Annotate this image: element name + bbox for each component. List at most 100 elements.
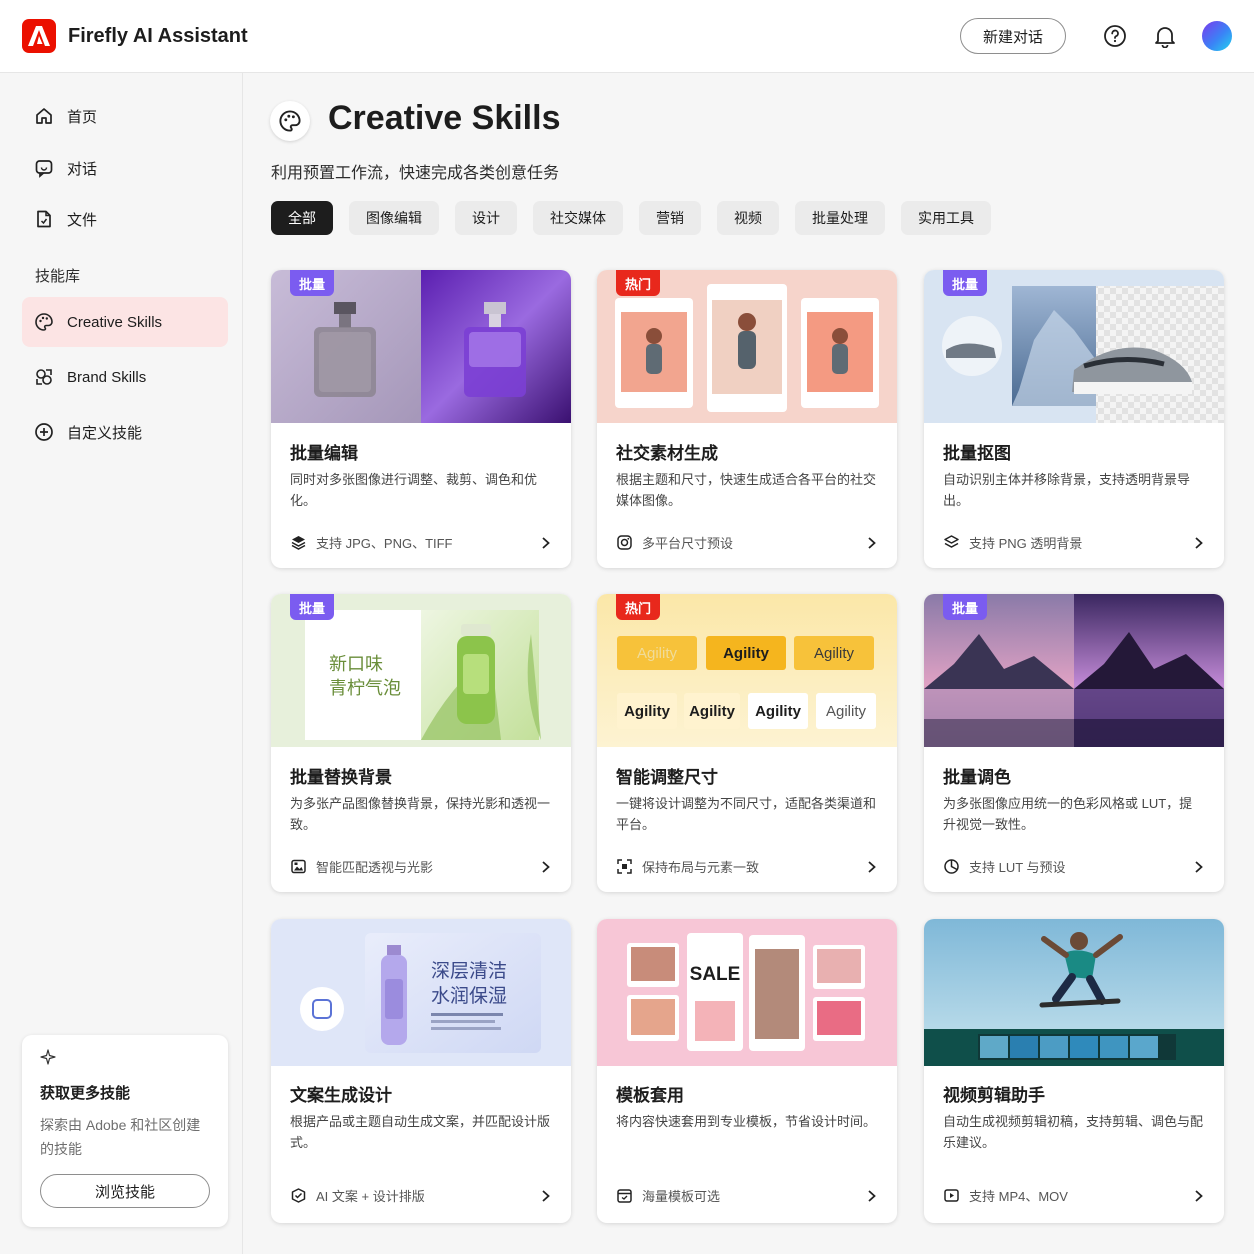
card-footer-text: 智能匹配透视与光影 bbox=[316, 860, 434, 875]
card-description: 为多张产品图像替换背景，保持光影和透视一致。 bbox=[290, 796, 551, 832]
sidebar-item-custom-skills[interactable]: 自定义技能 bbox=[22, 407, 228, 457]
card-thumbnail: 热门 Agility Agility Agility Agility Agili… bbox=[597, 594, 897, 747]
instagram-icon bbox=[616, 534, 633, 551]
card-footer: 海量模板可选 bbox=[616, 1186, 878, 1205]
skills-section-label: 技能库 bbox=[35, 268, 81, 285]
brand-icon bbox=[36, 369, 52, 385]
card-description: 根据产品或主题自动生成文案，并匹配设计版式。 bbox=[290, 1114, 551, 1150]
chevron-right-icon[interactable] bbox=[1193, 536, 1205, 550]
skill-card-copy-design[interactable]: 深层清洁 水润保湿 文案生成设计 根据产品或主题自动生成文案，并匹配设计版式。 … bbox=[271, 919, 571, 1223]
chevron-right-icon[interactable] bbox=[1193, 1189, 1205, 1203]
card-title: 批量编辑 bbox=[290, 444, 358, 463]
palette-icon bbox=[270, 101, 310, 141]
skill-card-social-assets[interactable]: 热门 社交素材生成 根据主题和尺寸，快速生成适合各平台的社交媒体图像。 多平台尺… bbox=[597, 270, 897, 568]
card-footer: 支持 MP4、MOV bbox=[943, 1186, 1205, 1205]
card-thumbnail: SALE bbox=[597, 919, 897, 1066]
card-description: 根据主题和尺寸，快速生成适合各平台的社交媒体图像。 bbox=[616, 472, 877, 508]
chevron-right-icon[interactable] bbox=[540, 536, 552, 550]
card-thumbnail: 深层清洁 水润保湿 bbox=[271, 919, 571, 1066]
chevron-right-icon[interactable] bbox=[540, 860, 552, 874]
layers-outline-icon bbox=[943, 534, 960, 551]
file-icon bbox=[37, 210, 51, 228]
chevron-right-icon[interactable] bbox=[866, 536, 878, 550]
help-icon[interactable] bbox=[1102, 23, 1128, 49]
chevron-right-icon[interactable] bbox=[540, 1189, 552, 1203]
sidebar-item-label: 自定义技能 bbox=[67, 424, 143, 442]
palette-icon bbox=[35, 313, 53, 331]
skill-card-batch-color[interactable]: 批量 批量调色 为多张图像应用统一的色彩风格或 LUT，提升视觉一致性。 支持 … bbox=[924, 594, 1224, 892]
skill-card-smart-resize[interactable]: 热门 Agility Agility Agility Agility Agili… bbox=[597, 594, 897, 892]
sidebar-item-label: Creative Skills bbox=[67, 313, 163, 331]
sidebar-item-label: 首页 bbox=[67, 108, 98, 126]
resize-sample: Agility bbox=[684, 693, 740, 729]
card-footer-text: 支持 PNG 透明背景 bbox=[969, 536, 1083, 551]
card-footer: AI 文案 + 设计排版 bbox=[290, 1186, 552, 1205]
card-title: 智能调整尺寸 bbox=[616, 768, 718, 787]
chevron-right-icon[interactable] bbox=[866, 860, 878, 874]
card-thumbnail: 热门 bbox=[597, 270, 897, 423]
user-avatar[interactable] bbox=[1202, 21, 1232, 51]
sidebar-item-creative-skills[interactable]: Creative Skills bbox=[22, 297, 228, 347]
card-title: 文案生成设计 bbox=[290, 1086, 392, 1105]
filter-chip-all[interactable]: 全部 bbox=[271, 201, 333, 235]
filter-chip-video[interactable]: 视频 bbox=[717, 201, 779, 235]
card-footer-text: 支持 JPG、PNG、TIFF bbox=[316, 536, 453, 551]
card-description: 为多张图像应用统一的色彩风格或 LUT，提升视觉一致性。 bbox=[943, 796, 1193, 832]
chevron-right-icon[interactable] bbox=[1193, 860, 1205, 874]
skill-card-batch-background[interactable]: 批量 新口味 青柠气泡 批量替换背景 为多张产品图像替换背景，保持光影和透视一致… bbox=[271, 594, 571, 892]
browse-skills-button[interactable]: 浏览技能 bbox=[40, 1174, 210, 1208]
plus-circle-icon bbox=[35, 423, 53, 441]
card-footer: 支持 JPG、PNG、TIFF bbox=[290, 533, 552, 552]
filter-chip-marketing[interactable]: 营销 bbox=[639, 201, 701, 235]
skill-card-template-apply[interactable]: SALE 模板套用 将内容快速套用到专业模板，节省设计时间。 海量模板可选 bbox=[597, 919, 897, 1223]
bell-icon[interactable] bbox=[1152, 23, 1178, 49]
resize-sample: Agility bbox=[706, 636, 786, 670]
page-subtitle: 利用预置工作流，快速完成各类创意任务 bbox=[271, 165, 560, 182]
filter-chip-utilities[interactable]: 实用工具 bbox=[901, 201, 991, 235]
filter-chip-image-edit[interactable]: 图像编辑 bbox=[349, 201, 439, 235]
card-footer-text: 海量模板可选 bbox=[642, 1189, 721, 1204]
card-footer: 保持布局与元素一致 bbox=[616, 857, 878, 876]
thumb-sale-text: SALE bbox=[689, 964, 741, 985]
card-title: 批量抠图 bbox=[943, 444, 1011, 463]
sparkle-icon bbox=[40, 1049, 56, 1065]
card-footer: 智能匹配透视与光影 bbox=[290, 857, 552, 876]
sidebar-item-files[interactable]: 文件 bbox=[22, 194, 228, 244]
card-footer-text: 保持布局与元素一致 bbox=[642, 860, 760, 875]
top-header: Firefly AI Assistant 新建对话 bbox=[0, 0, 1254, 73]
sidebar-item-label: 对话 bbox=[67, 160, 98, 178]
filter-chip-social[interactable]: 社交媒体 bbox=[533, 201, 623, 235]
card-description: 一键将设计调整为不同尺寸，适配各类渠道和平台。 bbox=[616, 796, 877, 832]
skill-card-video-editing[interactable]: 视频剪辑助手 自动生成视频剪辑初稿，支持剪辑、调色与配乐建议。 支持 MP4、M… bbox=[924, 919, 1224, 1223]
card-title: 社交素材生成 bbox=[616, 444, 718, 463]
skill-card-batch-cutout[interactable]: 批量 批量抠图 自动识别主体并移除背景，支持透明背景导出。 支持 PNG 透明背… bbox=[924, 270, 1224, 568]
video-icon bbox=[943, 1187, 960, 1204]
filter-chip-design[interactable]: 设计 bbox=[455, 201, 517, 235]
card-thumbnail bbox=[924, 919, 1224, 1066]
chat-icon bbox=[35, 160, 53, 178]
thumb-headline: 新口味 bbox=[329, 654, 383, 674]
card-thumbnail: 批量 bbox=[924, 594, 1224, 747]
card-thumbnail: 批量 bbox=[924, 270, 1224, 423]
card-footer-text: 支持 LUT 与预设 bbox=[969, 860, 1066, 875]
sidebar-item-brand-skills[interactable]: Brand Skills bbox=[22, 352, 228, 402]
batch-badge: 批量 bbox=[943, 594, 988, 620]
new-chat-button[interactable]: 新建对话 bbox=[959, 18, 1066, 54]
app-title: Firefly AI Assistant bbox=[68, 24, 248, 47]
batch-badge: 批量 bbox=[943, 270, 988, 296]
chevron-right-icon[interactable] bbox=[866, 1189, 878, 1203]
batch-badge: 批量 bbox=[290, 594, 335, 620]
promo-title: 获取更多技能 bbox=[40, 1085, 131, 1102]
adobe-logo[interactable] bbox=[22, 19, 56, 53]
resize-sample: Agility bbox=[617, 636, 697, 670]
hot-badge: 热门 bbox=[616, 270, 661, 296]
thumb-headline: 青柠气泡 bbox=[329, 678, 401, 698]
filter-chip-batch[interactable]: 批量处理 bbox=[795, 201, 885, 235]
color-wheel-icon bbox=[943, 858, 960, 875]
card-description: 将内容快速套用到专业模板，节省设计时间。 bbox=[616, 1114, 877, 1129]
sidebar-item-home[interactable]: 首页 bbox=[22, 91, 228, 141]
skill-card-batch-edit[interactable]: 批量 批量编辑 同时对多张图像进行调整、裁剪、调色和优化。 支持 JPG、PNG… bbox=[271, 270, 571, 568]
card-footer: 支持 PNG 透明背景 bbox=[943, 533, 1205, 552]
sidebar-item-chat[interactable]: 对话 bbox=[22, 143, 228, 193]
hot-badge: 热门 bbox=[616, 594, 661, 620]
